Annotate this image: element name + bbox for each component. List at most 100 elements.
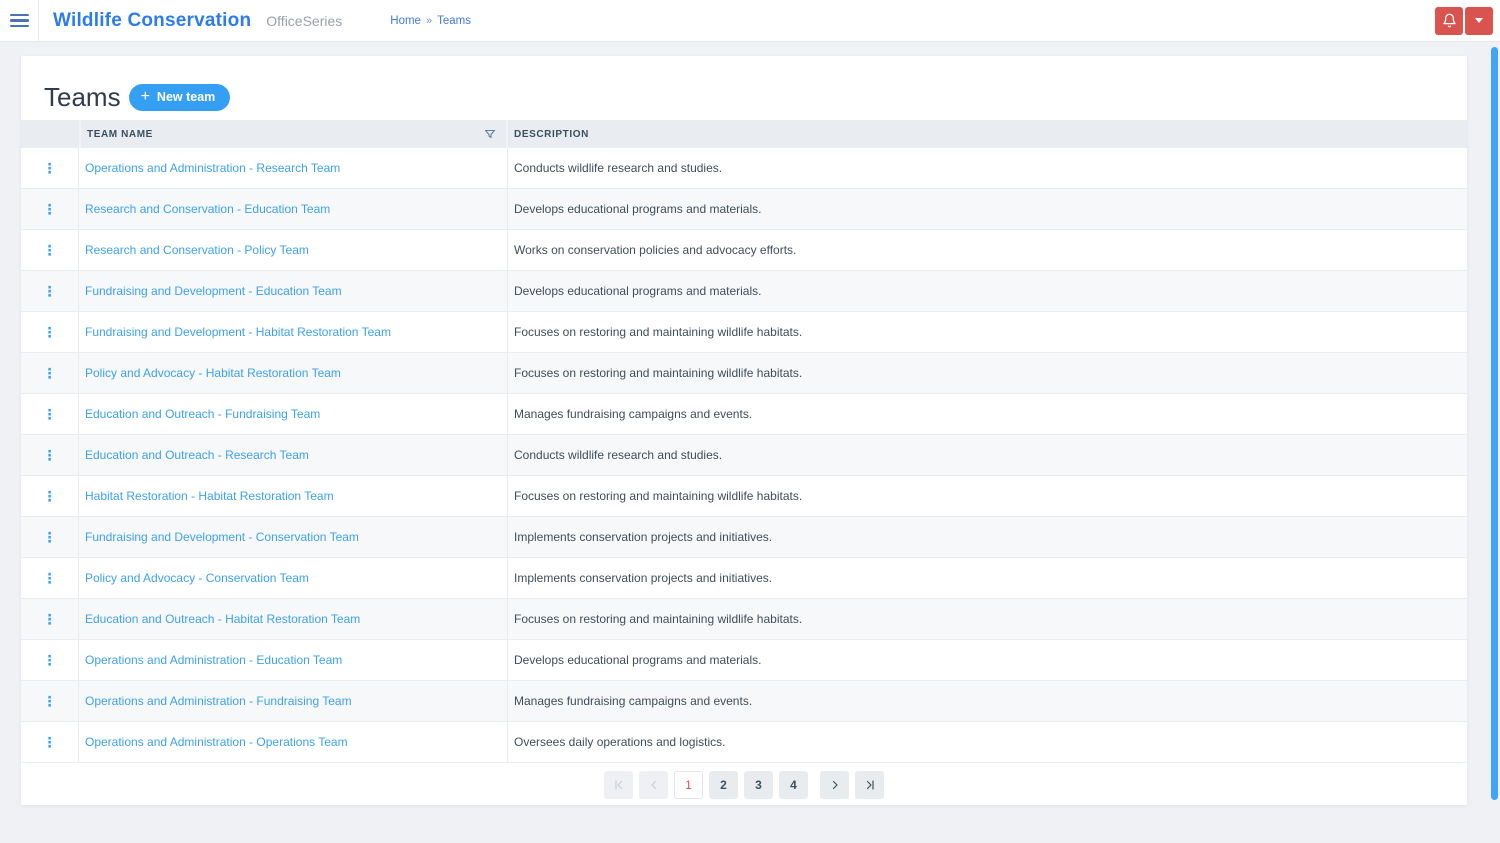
team-name-cell: Operations and Administration - Fundrais… [79,681,508,721]
team-description: Focuses on restoring and maintaining wil… [514,489,803,503]
kebab-menu-icon[interactable]: ⋮ [37,239,63,261]
team-name-cell: Research and Conservation - Policy Team [79,230,508,270]
team-name-link[interactable]: Education and Outreach - Fundraising Tea… [85,407,320,421]
kebab-menu-icon[interactable]: ⋮ [37,403,63,425]
row-actions-cell: ⋮ [21,230,79,270]
team-description: Conducts wildlife research and studies. [514,161,723,175]
kebab-menu-icon[interactable]: ⋮ [37,649,63,671]
team-name-cell: Fundraising and Development - Habitat Re… [79,312,508,352]
team-name-link[interactable]: Fundraising and Development - Conservati… [85,530,359,544]
kebab-menu-icon[interactable]: ⋮ [37,485,63,507]
team-description: Manages fundraising campaigns and events… [514,407,753,421]
table-row: ⋮ Fundraising and Development - Educatio… [21,271,1467,312]
page-button-2[interactable]: 2 [709,771,738,799]
row-actions-cell: ⋮ [21,558,79,598]
team-name-cell: Operations and Administration - Educatio… [79,640,508,680]
team-name-link[interactable]: Policy and Advocacy - Habitat Restoratio… [85,366,341,380]
description-cell: Works on conservation policies and advoc… [508,230,1467,270]
kebab-menu-icon[interactable]: ⋮ [37,321,63,343]
table-header-description: DESCRIPTION [508,120,1467,148]
first-page-button[interactable] [604,771,633,799]
team-name-cell: Research and Conservation - Education Te… [79,189,508,229]
table-row: ⋮ Policy and Advocacy - Conservation Tea… [21,558,1467,599]
team-name-link[interactable]: Fundraising and Development - Education … [85,284,342,298]
page-button-3[interactable]: 3 [744,771,773,799]
team-name-link[interactable]: Education and Outreach - Habitat Restora… [85,612,360,626]
account-dropdown-button[interactable] [1465,6,1493,35]
team-description: Develops educational programs and materi… [514,653,762,667]
team-name-link[interactable]: Policy and Advocacy - Conservation Team [85,571,309,585]
row-actions-cell: ⋮ [21,640,79,680]
page-title: Teams [44,81,121,112]
team-description: Oversees daily operations and logistics. [514,735,726,749]
vertical-scrollbar[interactable] [1491,47,1498,800]
bell-icon [1442,13,1457,28]
row-actions-cell: ⋮ [21,435,79,475]
table-row: ⋮ Fundraising and Development - Conserva… [21,517,1467,558]
team-name-link[interactable]: Education and Outreach - Research Team [85,448,309,462]
team-name-link[interactable]: Operations and Administration - Operatio… [85,735,348,749]
team-description: Works on conservation policies and advoc… [514,243,797,257]
table-row: ⋮ Operations and Administration - Operat… [21,722,1467,763]
team-name-link[interactable]: Operations and Administration - Educatio… [85,653,342,667]
row-actions-cell: ⋮ [21,353,79,393]
description-cell: Manages fundraising campaigns and events… [508,681,1467,721]
team-description: Conducts wildlife research and studies. [514,448,723,462]
next-page-button[interactable] [820,771,849,799]
row-actions-cell: ⋮ [21,312,79,352]
breadcrumb-home-link[interactable]: Home [390,15,421,27]
kebab-menu-icon[interactable]: ⋮ [37,280,63,302]
table-row: ⋮ Research and Conservation - Education … [21,189,1467,230]
team-name-link[interactable]: Operations and Administration - Fundrais… [85,694,352,708]
menu-button[interactable] [0,0,39,41]
table-row: ⋮ Education and Outreach - Research Team… [21,435,1467,476]
team-name-cell: Education and Outreach - Fundraising Tea… [79,394,508,434]
kebab-menu-icon[interactable]: ⋮ [37,731,63,753]
previous-page-button[interactable] [639,771,668,799]
team-name-link[interactable]: Research and Conservation - Education Te… [85,202,330,216]
kebab-menu-icon[interactable]: ⋮ [37,690,63,712]
kebab-menu-icon[interactable]: ⋮ [37,608,63,630]
team-name-link[interactable]: Fundraising and Development - Habitat Re… [85,325,391,339]
row-actions-cell: ⋮ [21,722,79,762]
kebab-menu-icon[interactable]: ⋮ [37,157,63,179]
new-team-label: New team [156,90,216,104]
team-name-cell: Habitat Restoration - Habitat Restoratio… [79,476,508,516]
team-name-cell: Education and Outreach - Habitat Restora… [79,599,508,639]
row-actions-cell: ⋮ [21,271,79,311]
top-bar: Wildlife Conservation OfficeSeries Home … [0,0,1500,42]
kebab-menu-icon[interactable]: ⋮ [37,198,63,220]
table-row: ⋮ Operations and Administration - Resear… [21,148,1467,189]
description-cell: Oversees daily operations and logistics. [508,722,1467,762]
description-cell: Manages fundraising campaigns and events… [508,394,1467,434]
team-name-link[interactable]: Research and Conservation - Policy Team [85,243,309,257]
table-row: ⋮ Fundraising and Development - Habitat … [21,312,1467,353]
table-body: ⋮ Operations and Administration - Resear… [21,148,1467,763]
description-cell: Conducts wildlife research and studies. [508,435,1467,475]
row-actions-cell: ⋮ [21,599,79,639]
kebab-menu-icon[interactable]: ⋮ [37,526,63,548]
team-name-cell: Policy and Advocacy - Conservation Team [79,558,508,598]
plus-icon: + [140,88,150,105]
page-button-1[interactable]: 1 [674,771,703,799]
description-cell: Implements conservation projects and ini… [508,558,1467,598]
table-row: ⋮ Education and Outreach - Fundraising T… [21,394,1467,435]
kebab-menu-icon[interactable]: ⋮ [37,444,63,466]
page-button-4[interactable]: 4 [779,771,808,799]
last-page-button[interactable] [855,771,884,799]
filter-icon[interactable] [484,128,496,140]
team-name-header-label: TEAM NAME [87,128,153,140]
team-name-link[interactable]: Operations and Administration - Research… [85,161,340,175]
team-name-link[interactable]: Habitat Restoration - Habitat Restoratio… [85,489,334,503]
kebab-menu-icon[interactable]: ⋮ [37,362,63,384]
kebab-menu-icon[interactable]: ⋮ [37,567,63,589]
team-name-cell: Fundraising and Development - Conservati… [79,517,508,557]
breadcrumb-current-link[interactable]: Teams [437,15,471,27]
team-description: Focuses on restoring and maintaining wil… [514,325,803,339]
table-row: ⋮ Operations and Administration - Fundra… [21,681,1467,722]
team-name-cell: Education and Outreach - Research Team [79,435,508,475]
notifications-button[interactable] [1435,6,1463,35]
team-description: Manages fundraising campaigns and events… [514,694,753,708]
table-row: ⋮ Research and Conservation - Policy Tea… [21,230,1467,271]
new-team-button[interactable]: + New team [128,83,231,111]
